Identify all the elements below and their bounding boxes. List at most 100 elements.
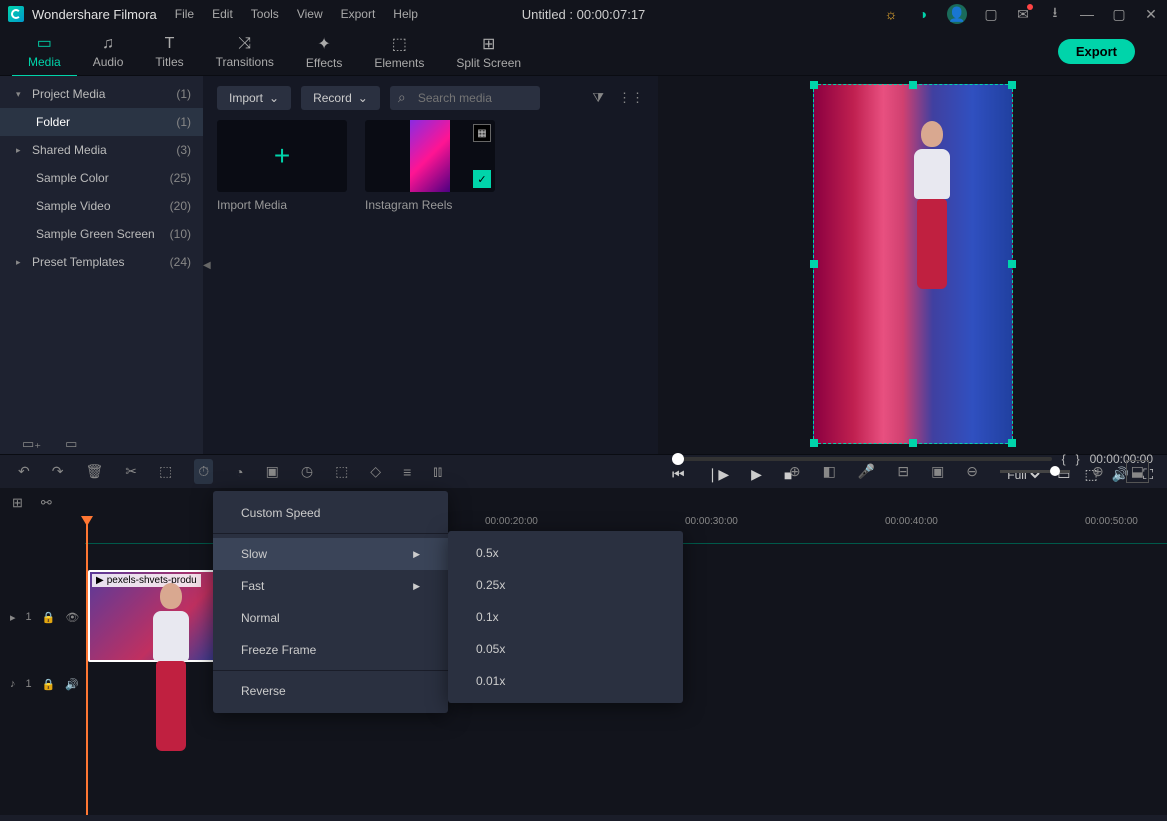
maximize-button[interactable]: ▢: [1111, 6, 1127, 22]
sidebar-item-shared-media[interactable]: ▸Shared Media(3): [0, 136, 203, 164]
preview-canvas[interactable]: [813, 84, 1013, 444]
keyframe-icon[interactable]: ◇: [370, 463, 381, 480]
zoom-out-icon[interactable]: ⊖: [966, 463, 978, 480]
scrub-track[interactable]: [672, 457, 1052, 461]
resize-handle[interactable]: [810, 81, 818, 89]
record-dropdown[interactable]: Record⌄: [301, 86, 380, 110]
color-icon[interactable]: ◔: [235, 464, 243, 480]
delete-icon[interactable]: 🗑: [85, 463, 103, 480]
transition-icon: ⤨: [238, 35, 251, 53]
resize-handle[interactable]: [909, 81, 917, 89]
tab-transitions[interactable]: ⤨Transitions: [200, 29, 290, 75]
visibility-icon[interactable]: 👁: [65, 611, 79, 624]
menu-file[interactable]: File: [175, 7, 194, 21]
undo-icon[interactable]: ↶: [18, 463, 30, 480]
mixer-icon[interactable]: ⊟: [897, 463, 909, 480]
menu-speed-0-1x[interactable]: 0.1x: [448, 601, 683, 633]
sidebar-item-sample-green-screen[interactable]: Sample Green Screen(10): [0, 220, 203, 248]
import-dropdown[interactable]: Import⌄: [217, 86, 291, 110]
menu-custom-speed[interactable]: Custom Speed: [213, 497, 448, 529]
collapse-handle-icon[interactable]: ◀: [203, 260, 211, 271]
resize-handle[interactable]: [909, 439, 917, 447]
fit-icon[interactable]: ⬓: [1126, 460, 1149, 483]
save-icon[interactable]: ▢: [983, 6, 999, 22]
timeline-clip[interactable]: ▶pexels-shvets-produ: [88, 570, 232, 662]
lock-icon[interactable]: 🔒: [42, 611, 56, 624]
adjust-icon[interactable]: ≡: [403, 464, 411, 480]
export-button[interactable]: Export: [1058, 39, 1135, 64]
play-button[interactable]: ▶: [751, 466, 762, 483]
menu-speed-0-01x[interactable]: 0.01x: [448, 665, 683, 697]
audio-track-icon: ♪: [10, 678, 16, 690]
search-input[interactable]: [390, 86, 540, 110]
menu-view[interactable]: View: [297, 7, 323, 21]
new-folder-icon[interactable]: ▭₊: [22, 436, 41, 452]
green-screen-icon[interactable]: ▣: [266, 463, 279, 480]
app-name: Wondershare Filmora: [32, 7, 157, 22]
menu-speed-0-25x[interactable]: 0.25x: [448, 569, 683, 601]
sidebar-item-project-media[interactable]: ▾Project Media(1): [0, 80, 203, 108]
sidebar-item-folder[interactable]: Folder(1): [0, 108, 203, 136]
filter-icon[interactable]: ⧩: [592, 90, 604, 106]
menu-normal[interactable]: Normal: [213, 602, 448, 634]
close-button[interactable]: ✕: [1143, 6, 1159, 22]
menu-edit[interactable]: Edit: [212, 7, 233, 21]
menu-help[interactable]: Help: [393, 7, 418, 21]
tab-audio[interactable]: ♫Audio: [77, 29, 140, 75]
mic-icon[interactable]: 🎤: [858, 463, 875, 480]
track-options-icon[interactable]: ⊞: [12, 495, 23, 511]
menu-export[interactable]: Export: [341, 7, 376, 21]
tab-media[interactable]: ▭Media: [12, 27, 77, 77]
download-icon[interactable]: ⭳: [1047, 6, 1063, 22]
menu-fast[interactable]: Fast▶: [213, 570, 448, 602]
sidebar-item-preset-templates[interactable]: ▸Preset Templates(24): [0, 248, 203, 276]
lock-icon[interactable]: 🔒: [42, 678, 56, 691]
cut-icon[interactable]: ✂: [125, 463, 137, 480]
idea-icon[interactable]: ☼: [883, 6, 899, 22]
tab-effects[interactable]: ✦Effects: [290, 28, 358, 76]
tab-titles[interactable]: TTitles: [139, 29, 199, 75]
step-back-button[interactable]: ❘▶: [707, 466, 730, 483]
menu-slow[interactable]: Slow▶: [213, 538, 448, 570]
prev-frame-button[interactable]: ⏮: [672, 466, 685, 483]
menu-speed-0-05x[interactable]: 0.05x: [448, 633, 683, 665]
zoom-in-icon[interactable]: ⊕: [1092, 463, 1104, 480]
marker-icon[interactable]: ◧: [823, 463, 836, 480]
resize-handle[interactable]: [810, 260, 818, 268]
resize-handle[interactable]: [1008, 439, 1016, 447]
redo-icon[interactable]: ↷: [52, 463, 64, 480]
render-icon[interactable]: ▣: [931, 463, 944, 480]
account-icon[interactable]: 👤: [947, 4, 967, 24]
resize-handle[interactable]: [1008, 260, 1016, 268]
link-icon[interactable]: ⚯: [41, 495, 52, 511]
speed-icon[interactable]: ⏱: [194, 459, 213, 484]
target-icon[interactable]: ⊕: [789, 463, 801, 480]
chevron-down-icon: ⌄: [358, 91, 368, 105]
sidebar-item-sample-video[interactable]: Sample Video(20): [0, 192, 203, 220]
sidebar-item-sample-color[interactable]: Sample Color(25): [0, 164, 203, 192]
menu-reverse[interactable]: Reverse: [213, 675, 448, 707]
tab-split-screen[interactable]: ⊞Split Screen: [440, 28, 537, 76]
audio-waveform-icon[interactable]: ⫾⫾: [433, 463, 442, 480]
detect-icon[interactable]: ⬚: [335, 463, 348, 480]
scrub-handle[interactable]: [672, 453, 684, 465]
import-media-tile[interactable]: + Import Media: [217, 120, 347, 212]
media-clip-tile[interactable]: ▦ ✓ Instagram Reels: [365, 120, 495, 212]
folder-icon[interactable]: ▭: [65, 436, 77, 452]
headset-icon[interactable]: ◑: [915, 6, 931, 22]
message-icon[interactable]: ✉: [1015, 6, 1031, 22]
resize-handle[interactable]: [1008, 81, 1016, 89]
menu-speed-0-5x[interactable]: 0.5x: [448, 537, 683, 569]
zoom-slider[interactable]: [1000, 470, 1070, 473]
menu-tools[interactable]: Tools: [251, 7, 279, 21]
playhead[interactable]: [86, 516, 88, 815]
resize-handle[interactable]: [810, 439, 818, 447]
crop-icon[interactable]: ⬚: [159, 463, 172, 480]
quality-dropdown[interactable]: Full: [1003, 467, 1043, 483]
tab-elements[interactable]: ⬚Elements: [358, 28, 440, 76]
grid-view-icon[interactable]: ⋮⋮: [618, 90, 644, 106]
timer-icon[interactable]: ◷: [301, 463, 313, 480]
minimize-button[interactable]: —: [1079, 6, 1095, 22]
mute-icon[interactable]: 🔊: [65, 678, 79, 691]
menu-freeze-frame[interactable]: Freeze Frame: [213, 634, 448, 666]
